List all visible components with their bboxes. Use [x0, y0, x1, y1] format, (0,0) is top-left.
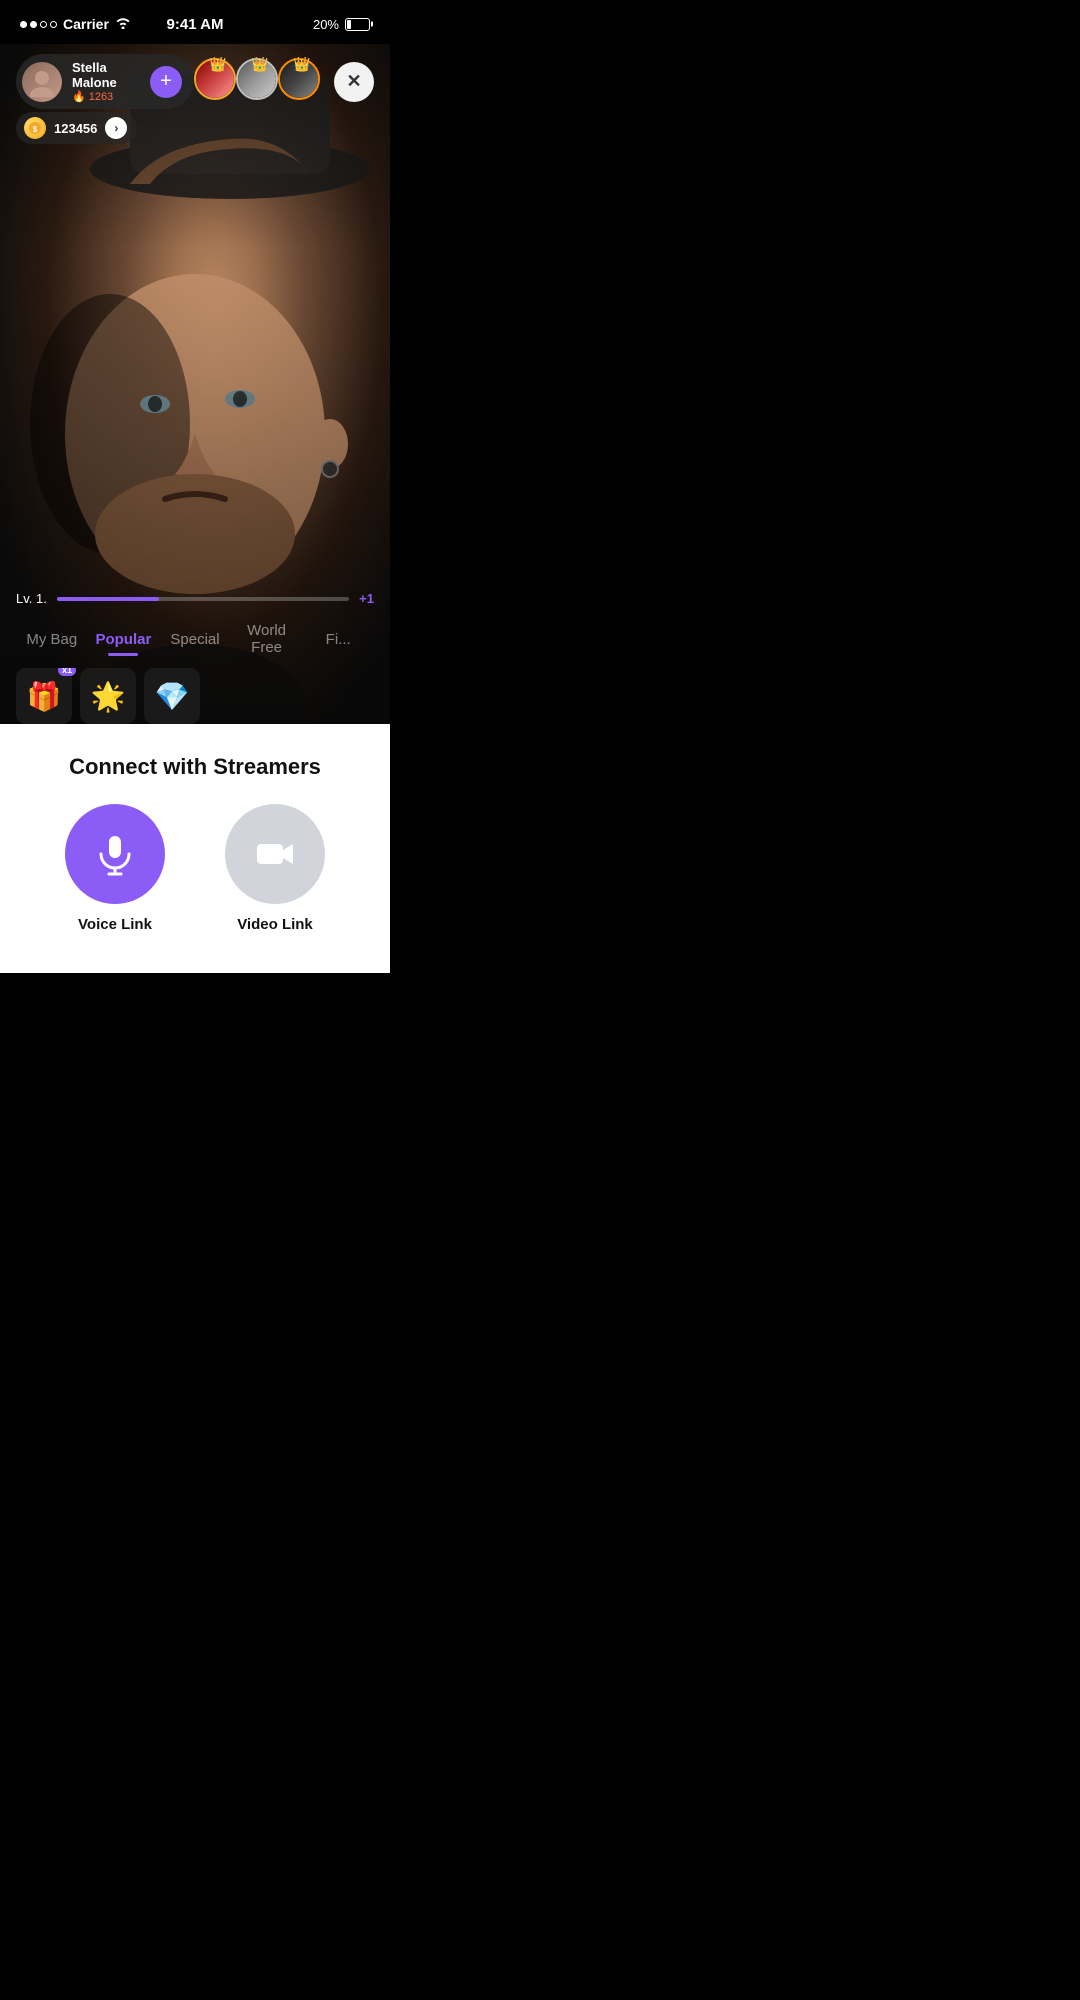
follow-button[interactable]: + [150, 66, 182, 98]
battery-percentage: 20% [313, 17, 339, 32]
level-bar-container: Lv. 1. +1 [16, 591, 374, 606]
signal-dot-3 [40, 21, 47, 28]
battery-icon [345, 18, 370, 31]
tab-special[interactable]: Special [159, 623, 231, 656]
svg-text:$: $ [33, 125, 38, 134]
status-bar: Carrier 9:41 AM 20% [0, 0, 390, 44]
streamer-info-card[interactable]: Stella Malone 🔥 1263 + [16, 54, 194, 109]
voice-link-label: Voice Link [78, 916, 152, 933]
signal-dot-4 [50, 21, 57, 28]
level-track [57, 597, 349, 601]
video-link-circle [225, 804, 325, 904]
signal-dots [20, 21, 57, 28]
gift-preview-row: x1 🎁 🌟 💎 [16, 668, 374, 724]
microphone-icon [93, 832, 137, 876]
gift-item-2[interactable]: 🌟 [80, 668, 136, 724]
gift-icon-2: 🌟 [91, 680, 126, 713]
level-label: Lv. 1. [16, 591, 47, 606]
gift-badge-1: x1 [58, 668, 76, 676]
level-plus: +1 [359, 591, 374, 606]
signal-dot-1 [20, 21, 27, 28]
gold-crown-icon: 👑 [209, 56, 226, 73]
top-bar: Stella Malone 🔥 1263 + 👑 👑 [0, 44, 390, 119]
coin-arrow-button[interactable]: › [105, 117, 127, 139]
battery-fill [347, 20, 351, 29]
streamer-name: Stella Malone [72, 60, 140, 90]
gift-icon-3: 💎 [155, 680, 190, 713]
voice-link-circle [65, 804, 165, 904]
coin-icon: $ [24, 117, 46, 139]
video-area: Stella Malone 🔥 1263 + 👑 👑 [0, 44, 390, 724]
video-link-label: Video Link [237, 916, 313, 933]
video-camera-icon [253, 832, 297, 876]
wifi-icon [115, 16, 131, 32]
connect-title: Connect with Streamers [69, 754, 321, 780]
gift-tabs: My Bag Popular Special World Free Fi... [0, 614, 390, 664]
link-buttons: Voice Link Video Link [20, 804, 370, 933]
coin-count: 123456 [54, 121, 97, 136]
bottom-panel: Connect with Streamers Voice Link Video [0, 724, 390, 973]
coin-row[interactable]: $ 123456 › [16, 112, 137, 144]
status-left: Carrier [20, 16, 131, 32]
level-fill [57, 597, 159, 601]
top-viewers: 👑 👑 👑 ✕ [194, 58, 374, 106]
gift-item-1[interactable]: x1 🎁 [16, 668, 72, 724]
orange-crown-icon: 👑 [293, 56, 310, 73]
status-right: 20% [313, 17, 370, 32]
signal-dot-2 [30, 21, 37, 28]
tab-fi[interactable]: Fi... [302, 623, 374, 656]
tab-my-bag[interactable]: My Bag [16, 623, 88, 656]
silver-crown-icon: 👑 [251, 56, 268, 73]
video-link-button[interactable]: Video Link [225, 804, 325, 933]
tab-world-free[interactable]: World Free [231, 614, 303, 664]
carrier-label: Carrier [63, 16, 109, 32]
fire-icon: 🔥 [72, 90, 86, 103]
close-button[interactable]: ✕ [334, 62, 374, 102]
gift-item-3[interactable]: 💎 [144, 668, 200, 724]
streamer-details: Stella Malone 🔥 1263 [72, 60, 140, 103]
streamer-avatar [22, 62, 62, 102]
gift-icon-1: 🎁 [27, 680, 62, 713]
voice-link-button[interactable]: Voice Link [65, 804, 165, 933]
viewer-rank-3[interactable]: 👑 [278, 58, 326, 106]
viewer-rank-2[interactable]: 👑 [236, 58, 284, 106]
viewer-rank-1[interactable]: 👑 [194, 58, 242, 106]
tab-popular[interactable]: Popular [88, 623, 160, 656]
streamer-fire-count: 🔥 1263 [72, 90, 140, 103]
time-display: 9:41 AM [167, 16, 224, 33]
